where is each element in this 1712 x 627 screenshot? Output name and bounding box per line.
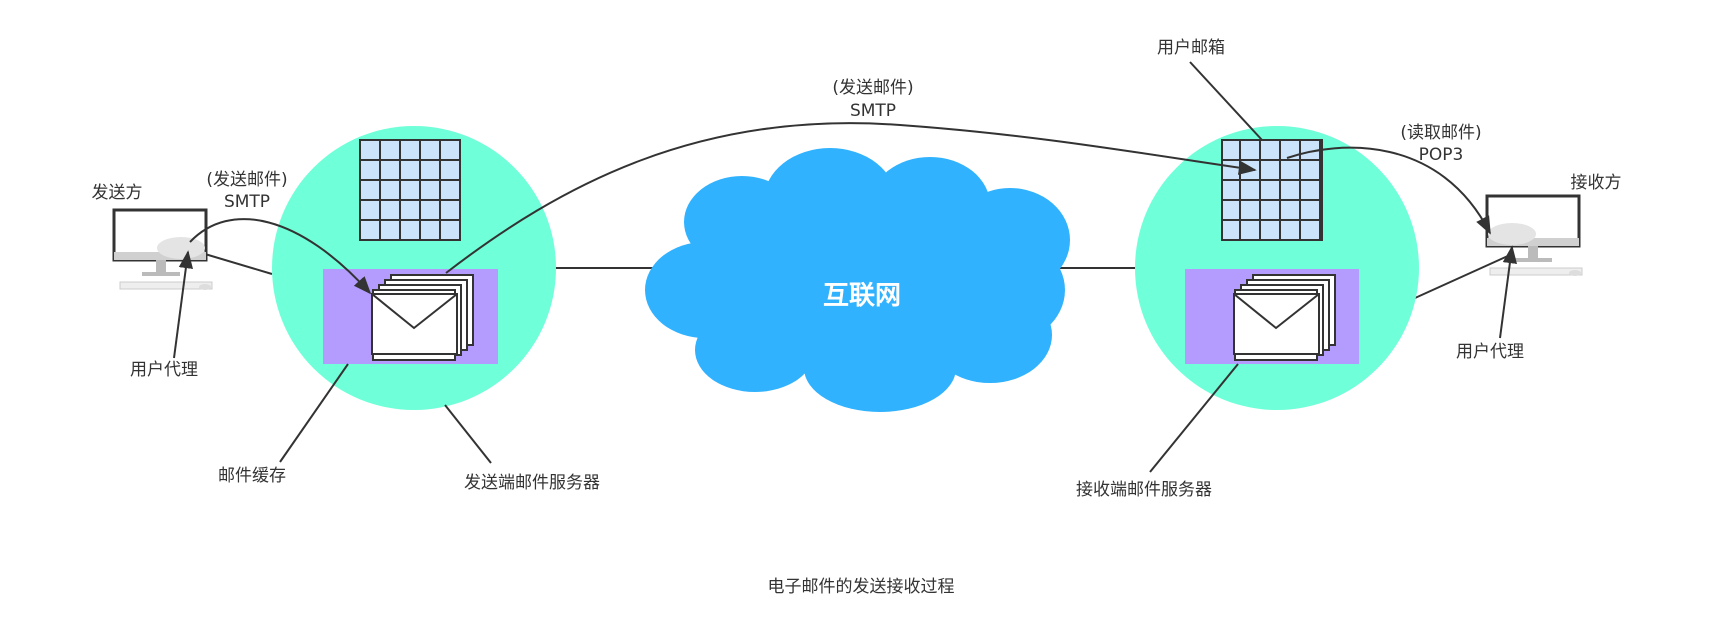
pop3-label-line1: (读取邮件) xyxy=(1400,123,1481,143)
link-sender-to-server xyxy=(204,253,273,275)
sender-user-agent-callout xyxy=(173,250,194,359)
sender-server-label: 发送端邮件服务器 xyxy=(464,473,600,493)
internet-cloud xyxy=(645,148,1070,412)
sender-smtp-label-line1: (发送邮件) xyxy=(206,170,287,190)
email-process-diagram: 互联网 发送方 (发送邮件) SMTP 用户代理 邮件缓存 发送端邮件服务器 (… xyxy=(92,38,1622,597)
receiver-user-agent-callout xyxy=(1499,245,1518,339)
mail-cache-label: 邮件缓存 xyxy=(218,466,286,486)
sender-smtp-label-line2: SMTP xyxy=(224,192,270,212)
sender-label: 发送方 xyxy=(92,183,143,203)
diagram-caption: 电子邮件的发送接收过程 xyxy=(768,577,955,597)
sender-mail-server xyxy=(272,126,556,410)
middle-smtp-label-line2: SMTP xyxy=(850,101,896,121)
pop3-label-line2: POP3 xyxy=(1419,145,1464,165)
sender-user-agent-label: 用户代理 xyxy=(130,360,198,380)
sender-computer-icon xyxy=(112,208,213,290)
receiver-computer-icon xyxy=(1485,194,1583,276)
link-server-to-receiver xyxy=(1414,254,1511,299)
internet-label: 互联网 xyxy=(823,281,901,311)
receiver-mail-server xyxy=(1135,126,1419,410)
sender-grid-icon xyxy=(359,139,461,241)
sender-server-callout xyxy=(444,404,492,464)
receiver-server-label: 接收端邮件服务器 xyxy=(1076,480,1212,500)
middle-smtp-label-line1: (发送邮件) xyxy=(832,78,913,98)
mailbox-callout xyxy=(1189,61,1263,141)
mailbox-label: 用户邮箱 xyxy=(1157,38,1225,58)
receiver-mail-stack-icon xyxy=(1233,274,1336,361)
receiver-user-agent-label: 用户代理 xyxy=(1456,342,1524,362)
mail-cache-callout xyxy=(279,363,349,463)
receiver-label: 接收方 xyxy=(1571,173,1622,193)
mail-stack-icon xyxy=(371,274,474,361)
mailbox-grid-icon xyxy=(1221,139,1323,241)
